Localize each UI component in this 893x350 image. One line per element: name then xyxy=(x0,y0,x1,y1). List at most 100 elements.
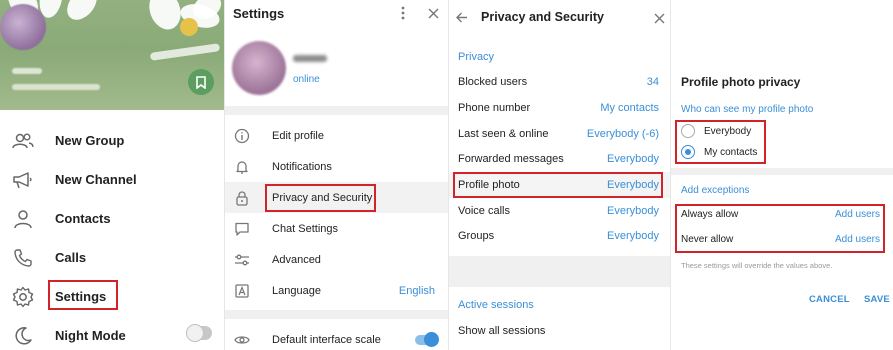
menu-item-label: New Channel xyxy=(55,172,137,187)
online-status: online xyxy=(293,74,320,85)
settings-item-language[interactable]: Language English xyxy=(225,275,448,306)
privacy-panel: Privacy and Security Privacy Blocked use… xyxy=(448,0,670,350)
menu-item-settings[interactable]: Settings xyxy=(0,277,224,316)
saved-messages-button[interactable] xyxy=(188,69,214,95)
privacy-row-blocked-users[interactable]: Blocked users 34 xyxy=(449,69,670,95)
row-label: Forwarded messages xyxy=(458,153,564,165)
settings-item-label: Chat Settings xyxy=(272,222,339,235)
menu-item-contacts[interactable]: Contacts xyxy=(0,199,224,238)
dialog-title: Profile photo privacy xyxy=(681,75,801,89)
privacy-row-profile-photo[interactable]: Profile photo Everybody xyxy=(449,172,670,198)
megaphone-icon xyxy=(12,169,34,191)
privacy-row-phone-number[interactable]: Phone number My contacts xyxy=(449,95,670,121)
settings-title: Settings xyxy=(233,6,285,21)
exception-label: Always allow xyxy=(681,209,739,220)
menu-item-label: Night Mode xyxy=(55,328,126,343)
show-all-sessions[interactable]: Show all sessions xyxy=(449,318,670,344)
add-exceptions-header: Add exceptions xyxy=(681,185,750,196)
bell-icon xyxy=(233,158,251,176)
row-label: Last seen & online xyxy=(458,128,549,140)
add-users-link[interactable]: Add users xyxy=(835,209,880,220)
settings-item-chat-settings[interactable]: Chat Settings xyxy=(225,213,448,244)
menu-item-new-channel[interactable]: New Channel xyxy=(0,160,224,199)
interface-scale-toggle[interactable] xyxy=(415,332,439,347)
row-label: Blocked users xyxy=(458,76,528,88)
row-value: Everybody xyxy=(607,230,659,242)
row-value: My contacts xyxy=(600,102,659,114)
section-header-active-sessions: Active sessions xyxy=(458,299,534,311)
exception-label: Never allow xyxy=(681,234,734,245)
exception-always-allow[interactable]: Always allow Add users xyxy=(671,202,893,228)
settings-item-label: Advanced xyxy=(272,253,321,266)
group-icon xyxy=(12,130,34,152)
option-everybody[interactable]: Everybody xyxy=(671,121,893,141)
menu-item-label: Settings xyxy=(55,289,107,304)
row-label: Voice calls xyxy=(458,205,510,217)
language-value: English xyxy=(398,284,435,297)
row-value: 34 xyxy=(646,76,659,88)
settings-item-label: Privacy and Security xyxy=(272,191,373,204)
profile-name xyxy=(293,55,327,62)
privacy-title: Privacy and Security xyxy=(481,10,604,24)
settings-item-advanced[interactable]: Advanced xyxy=(225,244,448,275)
row-label: Groups xyxy=(458,230,495,242)
radio-my-contacts[interactable] xyxy=(681,145,695,159)
night-mode-toggle[interactable] xyxy=(186,324,212,342)
menu-item-label: Calls xyxy=(55,250,87,265)
save-button[interactable]: SAVE xyxy=(864,294,890,305)
info-icon xyxy=(233,127,251,145)
settings-item-label: Default interface scale xyxy=(272,333,381,346)
who-can-see-header: Who can see my profile photo xyxy=(681,104,814,115)
avatar[interactable] xyxy=(0,4,46,50)
settings-item-notifications[interactable]: Notifications xyxy=(225,151,448,182)
settings-item-edit-profile[interactable]: Edit profile xyxy=(225,120,448,151)
settings-item-label: Edit profile xyxy=(272,129,324,142)
main-menu-panel: New Group New Channel Contacts Calls Set… xyxy=(0,0,224,350)
settings-panel: Settings online Edit profile Notificatio… xyxy=(224,0,448,350)
profile-photo-privacy-panel: Profile photo privacy Who can see my pro… xyxy=(670,0,893,350)
exceptions-note: These settings will override the values … xyxy=(681,261,833,270)
privacy-row-voice-calls[interactable]: Voice calls Everybody xyxy=(449,198,670,224)
menu-item-new-group[interactable]: New Group xyxy=(0,121,224,160)
exception-never-allow[interactable]: Never allow Add users xyxy=(671,227,893,253)
cancel-button[interactable]: CANCEL xyxy=(809,294,850,305)
avatar[interactable] xyxy=(232,41,286,95)
phone-icon xyxy=(12,247,34,269)
menu-item-label: New Group xyxy=(55,133,125,148)
privacy-row-last-seen[interactable]: Last seen & online Everybody (-6) xyxy=(449,121,670,147)
eye-icon xyxy=(233,331,251,349)
language-icon xyxy=(233,282,251,300)
row-label: Phone number xyxy=(458,102,531,114)
close-icon[interactable] xyxy=(652,11,666,25)
row-value: Everybody xyxy=(607,179,659,191)
chat-icon xyxy=(233,220,251,238)
row-value: Everybody (-6) xyxy=(586,128,659,140)
back-arrow-icon[interactable] xyxy=(455,10,469,24)
row-value: Everybody xyxy=(607,153,659,165)
settings-item-label: Language xyxy=(272,284,321,297)
bookmark-icon xyxy=(196,75,206,89)
settings-item-label: Notifications xyxy=(272,160,332,173)
close-icon[interactable] xyxy=(426,6,440,20)
option-label: My contacts xyxy=(704,147,758,158)
option-label: Everybody xyxy=(704,126,752,137)
profile-cover xyxy=(0,0,224,110)
option-my-contacts[interactable]: My contacts xyxy=(671,142,893,162)
lock-icon xyxy=(233,189,251,207)
sliders-icon xyxy=(233,251,251,269)
moon-icon xyxy=(12,325,34,347)
privacy-row-forwarded-messages[interactable]: Forwarded messages Everybody xyxy=(449,146,670,172)
row-label: Profile photo xyxy=(458,179,520,191)
radio-everybody[interactable] xyxy=(681,124,695,138)
settings-item-privacy[interactable]: Privacy and Security xyxy=(225,182,448,213)
gear-icon xyxy=(12,286,34,308)
more-icon[interactable] xyxy=(397,5,409,21)
row-value: Everybody xyxy=(607,205,659,217)
menu-item-calls[interactable]: Calls xyxy=(0,238,224,277)
divider xyxy=(225,106,448,115)
section-header-privacy: Privacy xyxy=(458,51,495,63)
divider xyxy=(225,310,448,319)
add-users-link[interactable]: Add users xyxy=(835,234,880,245)
row-label: Show all sessions xyxy=(458,325,546,337)
privacy-row-groups[interactable]: Groups Everybody xyxy=(449,223,670,249)
